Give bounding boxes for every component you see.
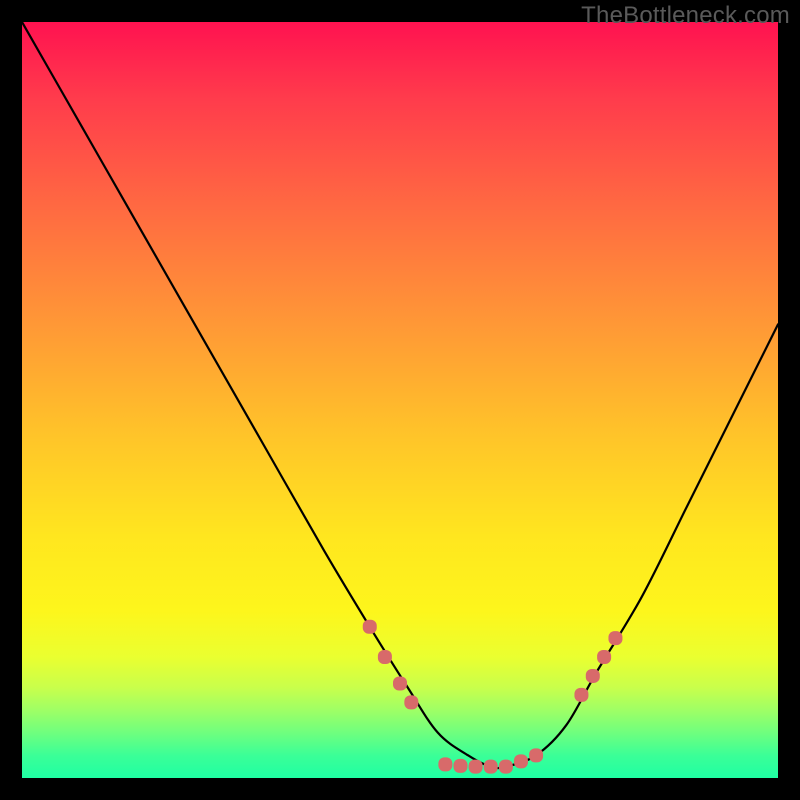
marker <box>529 748 543 762</box>
marker <box>469 760 483 774</box>
marker <box>438 757 452 771</box>
marker <box>378 650 392 664</box>
marker <box>453 759 467 773</box>
marker <box>514 754 528 768</box>
marker <box>404 695 418 709</box>
marker <box>484 760 498 774</box>
marker <box>363 620 377 634</box>
bottleneck-curve <box>22 22 778 768</box>
chart-svg <box>22 22 778 778</box>
marker <box>586 669 600 683</box>
highlight-markers <box>363 620 623 774</box>
marker <box>499 760 513 774</box>
marker <box>608 631 622 645</box>
marker <box>574 688 588 702</box>
marker <box>393 677 407 691</box>
marker <box>597 650 611 664</box>
